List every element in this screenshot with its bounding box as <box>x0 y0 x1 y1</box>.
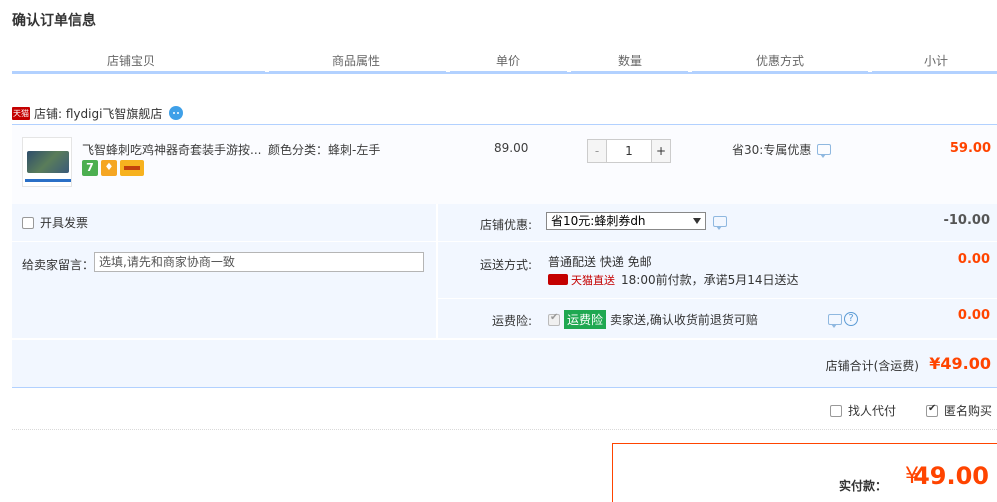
insurance-amount: 0.00 <box>957 308 990 323</box>
insurance-text: 卖家送,确认收货前退货可赔 <box>610 313 758 327</box>
col-discount: 优惠方式 <box>756 54 805 68</box>
tmall-direct-badge: 天猫直送 <box>548 272 615 288</box>
col-subtotal: 小计 <box>924 54 949 68</box>
order-item-row: 飞智蜂刺吃鸡神器奇套装手游按... 7 ♦ 颜色分类：蜂刺-左手 89.00 -… <box>12 124 997 204</box>
extra-options-row: 找人代付 匿名购买 <box>12 388 997 430</box>
credit-card-icon <box>120 160 144 176</box>
item-service-icons: 7 ♦ <box>82 160 144 176</box>
proxy-pay-option: 找人代付 <box>830 402 896 419</box>
col-attributes: 商品属性 <box>332 54 381 68</box>
item-thumbnail[interactable] <box>22 137 72 187</box>
insurance-checkbox <box>548 312 560 326</box>
tmall-cat-icon <box>548 274 568 285</box>
item-attribute: 颜色分类：蜂刺-左手 <box>268 143 381 157</box>
comment-icon[interactable] <box>817 144 832 158</box>
invoice-label: 开具发票 <box>40 216 89 230</box>
shield-icon: ♦ <box>101 160 117 176</box>
quantity-input[interactable] <box>607 139 651 163</box>
shipping-promise: 18:00前付款，承诺5月14日送达 <box>621 273 799 287</box>
insurance-row: 运费险 卖家送,确认收货前退货可赔 <box>548 310 758 329</box>
anonymous-option: 匿名购买 <box>926 402 992 419</box>
col-shop-item: 店铺宝贝 <box>107 54 156 68</box>
anonymous-label: 匿名购买 <box>944 404 993 418</box>
item-discount: 省30:专属优惠 <box>732 141 832 158</box>
shop-coupon-label: 店铺优惠: <box>479 218 532 232</box>
shipping-method: 普通配送 快递 免邮 <box>548 255 652 269</box>
help-icon[interactable]: ? <box>844 312 858 326</box>
invoice-option: 开具发票 <box>22 214 88 231</box>
chevron-down-icon <box>693 218 701 224</box>
item-title[interactable]: 飞智蜂刺吃鸡神器奇套装手游按... <box>82 141 264 158</box>
invoice-checkbox[interactable] <box>22 216 34 229</box>
quantity-increase-button[interactable]: + <box>651 139 671 163</box>
shop-coupon-amount: -10.00 <box>943 213 990 228</box>
anonymous-checkbox[interactable] <box>926 403 938 417</box>
proxy-pay-label: 找人代付 <box>848 404 897 418</box>
page-title: 确认订单信息 <box>12 13 96 29</box>
tmall-badge: 天猫 <box>12 106 30 120</box>
insurance-icons: ? <box>828 312 858 328</box>
memo-label: 给卖家留言： <box>22 258 95 272</box>
insurance-label: 运费险: <box>491 314 532 328</box>
shop-row: 天猫 店铺: flydigi飞智旗舰店 <box>12 102 184 124</box>
shop-coupon-select[interactable]: 省10元:蜂刺券dh <box>546 212 706 230</box>
shipping-label: 运送方式: <box>479 258 532 272</box>
comment-icon[interactable] <box>713 216 727 230</box>
column-header: 店铺宝贝 商品属性 单价 数量 优惠方式 小计 <box>12 50 997 74</box>
shop-total-value: ¥49.00 <box>929 354 991 373</box>
shop-total-row: 店铺合计(含运费) ¥49.00 <box>12 340 997 388</box>
shop-coupon-selected: 省10元:蜂刺券dh <box>551 214 646 228</box>
payment-amount: 49.00 <box>913 462 989 490</box>
shipping-promise-row: 天猫直送 18:00前付款，承诺5月14日送达 <box>548 271 799 288</box>
insurance-badge: 运费险 <box>564 310 607 329</box>
payment-label: 实付款： <box>838 479 887 493</box>
col-unit-price: 单价 <box>496 54 521 68</box>
item-subtotal: 59.00 <box>949 141 991 156</box>
col-quantity: 数量 <box>618 54 643 68</box>
comment-icon[interactable] <box>828 313 842 328</box>
item-unit-price: 89.00 <box>494 141 529 155</box>
seven-day-return-icon: 7 <box>82 160 98 176</box>
seller-memo-input[interactable] <box>94 252 424 272</box>
item-discount-text: 省30:专属优惠 <box>732 143 812 157</box>
quantity-decrease-button[interactable]: - <box>587 139 607 163</box>
tmall-direct-label: 天猫直送 <box>571 273 615 287</box>
quantity-stepper: - + <box>587 139 671 163</box>
shipping-amount: 0.00 <box>957 252 990 267</box>
shop-total-label: 店铺合计(含运费) <box>825 359 919 373</box>
chat-icon[interactable] <box>168 105 184 121</box>
shop-name[interactable]: 店铺: flydigi飞智旗舰店 <box>34 105 162 122</box>
proxy-pay-checkbox[interactable] <box>830 404 842 417</box>
